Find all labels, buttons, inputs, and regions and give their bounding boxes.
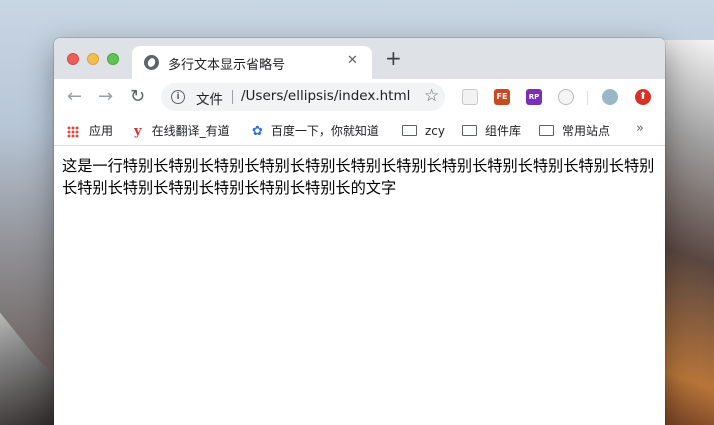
url-scheme-label: 文件 [196,92,223,108]
window-minimize-button[interactable] [87,53,99,65]
title-bar: 多行文本显示省略号 ✕ + [54,38,665,79]
tab-close-icon[interactable]: ✕ [347,53,358,68]
address-bar[interactable]: i 文件 /Users/ellipsis/index.html ☆ [161,83,445,111]
toolbar-divider [587,91,588,105]
bookmark-label: 组件库 [485,124,522,138]
tab-active[interactable]: 多行文本显示省略号 ✕ [132,46,372,79]
folder-icon [402,125,417,136]
browser-window: 多行文本显示省略号 ✕ + ← → ↻ i 文件 /Users/ellipsis… [54,38,665,425]
bookmark-label: 在线翻译_有道 [151,124,230,138]
bookmark-label: 百度一下，你就知道 [270,124,379,138]
extension-blank-icon[interactable] [462,89,478,105]
bookmark-star-icon[interactable]: ☆ [424,86,439,106]
youdao-icon: y [134,124,142,139]
reload-button[interactable]: ↻ [130,87,145,107]
globe-icon [144,55,159,70]
window-close-button[interactable] [67,53,79,65]
long-text-paragraph: 这是一行特别长特别长特别长特别长特别长特别长特别长特别长特别长特别长特别长特别长… [62,157,655,197]
extension-update-icon[interactable]: ⬆ [635,89,651,105]
wallpaper-mountain-left [0,312,60,425]
bookmarks-bar: 应用 y 在线翻译_有道 ✿ 百度一下，你就知道 zcy 组件库 常用站点 » [54,116,665,146]
folder-icon [539,125,554,136]
profile-avatar-icon[interactable] [602,89,618,105]
url-text[interactable]: /Users/ellipsis/index.html [241,88,410,104]
forward-button[interactable]: → [98,87,113,107]
bookmark-label: zcy [425,124,445,138]
bookmark-baidu[interactable]: ✿ 百度一下，你就知道 [252,122,379,140]
bookmarks-overflow-button[interactable]: » [636,121,644,136]
extension-rp-icon[interactable]: RP [526,89,542,105]
new-tab-button[interactable]: + [385,48,402,68]
folder-icon [462,125,477,136]
info-icon[interactable]: i [171,90,185,104]
extension-circle-icon[interactable] [558,89,574,105]
omnibox-divider [232,90,233,104]
bookmark-apps[interactable]: 应用 [67,122,113,140]
bookmark-folder-components[interactable]: 组件库 [462,122,521,140]
bookmark-folder-zcy[interactable]: zcy [402,122,445,140]
page-content: 这是一行特别长特别长特别长特别长特别长特别长特别长特别长特别长特别长特别长特别长… [54,146,665,425]
back-button[interactable]: ← [67,87,82,107]
tab-title: 多行文本显示省略号 [168,58,286,73]
toolbar: ← → ↻ i 文件 /Users/ellipsis/index.html ☆ … [54,79,665,116]
window-maximize-button[interactable] [107,53,119,65]
baidu-paw-icon: ✿ [252,124,263,139]
bookmark-folder-common-sites[interactable]: 常用站点 [539,122,610,140]
extension-fe-helper-icon[interactable]: FE [494,89,510,105]
apps-grid-icon [67,125,79,138]
bookmark-label: 应用 [89,124,114,138]
bookmark-youdao[interactable]: y 在线翻译_有道 [134,122,230,140]
bookmark-label: 常用站点 [562,124,611,138]
